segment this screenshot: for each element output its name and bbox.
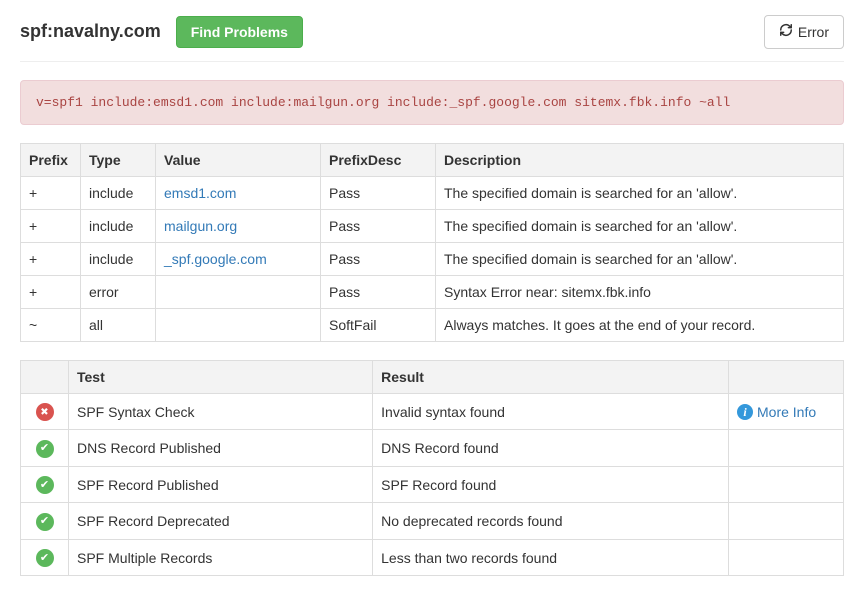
value-link[interactable]: mailgun.org — [164, 218, 237, 234]
col-test: Test — [69, 360, 373, 393]
table-row: SPF Syntax CheckInvalid syntax found iMor… — [21, 393, 844, 430]
cell-result: DNS Record found — [373, 430, 729, 467]
cell-status — [21, 466, 69, 503]
cell-action — [729, 539, 844, 576]
cell-status — [21, 430, 69, 467]
cell-result: SPF Record found — [373, 466, 729, 503]
cell-type: error — [81, 275, 156, 308]
col-result: Result — [373, 360, 729, 393]
cell-status — [21, 539, 69, 576]
table-row: +error PassSyntax Error near: sitemx.fbk.… — [21, 275, 844, 308]
cell-result: No deprecated records found — [373, 503, 729, 540]
table-row: +include mailgun.org PassThe specified dom… — [21, 209, 844, 242]
cell-prefix: + — [21, 209, 81, 242]
cell-prefix: + — [21, 242, 81, 275]
cell-type: include — [81, 209, 156, 242]
value-link[interactable]: emsd1.com — [164, 185, 236, 201]
cell-prefixdesc: Pass — [321, 176, 436, 209]
cell-action — [729, 430, 844, 467]
success-icon — [36, 440, 54, 458]
cell-value — [156, 308, 321, 341]
cell-type: all — [81, 308, 156, 341]
cell-prefix: + — [21, 176, 81, 209]
col-status — [21, 360, 69, 393]
cell-prefixdesc: Pass — [321, 242, 436, 275]
cell-action — [729, 503, 844, 540]
table-row: +include emsd1.com PassThe specified domai… — [21, 176, 844, 209]
cell-test: SPF Multiple Records — [69, 539, 373, 576]
col-value: Value — [156, 143, 321, 176]
cell-test: SPF Syntax Check — [69, 393, 373, 430]
table-row: SPF Record PublishedSPF Record found — [21, 466, 844, 503]
find-problems-button[interactable]: Find Problems — [176, 16, 303, 49]
cell-value: _spf.google.com — [156, 242, 321, 275]
error-icon — [36, 403, 54, 421]
col-type: Type — [81, 143, 156, 176]
table-row: ~all SoftFailAlways matches. It goes at t… — [21, 308, 844, 341]
cell-status — [21, 503, 69, 540]
cell-value: emsd1.com — [156, 176, 321, 209]
success-icon — [36, 549, 54, 567]
cell-test: SPF Record Deprecated — [69, 503, 373, 540]
col-prefixdesc: PrefixDesc — [321, 143, 436, 176]
cell-prefixdesc: SoftFail — [321, 308, 436, 341]
table-row: SPF Multiple RecordsLess than two record… — [21, 539, 844, 576]
spf-record-display: v=spf1 include:emsd1.com include:mailgun… — [20, 80, 844, 125]
cell-prefix: ~ — [21, 308, 81, 341]
table-row: DNS Record PublishedDNS Record found — [21, 430, 844, 467]
error-button[interactable]: Error — [764, 15, 844, 49]
cell-type: include — [81, 176, 156, 209]
cell-prefixdesc: Pass — [321, 209, 436, 242]
cell-description: The specified domain is searched for an … — [436, 242, 844, 275]
page-header: spf:navalny.com Find Problems Error — [20, 15, 844, 62]
cell-test: DNS Record Published — [69, 430, 373, 467]
cell-value — [156, 275, 321, 308]
col-action — [729, 360, 844, 393]
success-icon — [36, 476, 54, 494]
cell-prefixdesc: Pass — [321, 275, 436, 308]
cell-result: Less than two records found — [373, 539, 729, 576]
cell-status — [21, 393, 69, 430]
cell-description: Syntax Error near: sitemx.fbk.info — [436, 275, 844, 308]
table-row: SPF Record DeprecatedNo deprecated recor… — [21, 503, 844, 540]
test-results-table: Test Result SPF Syntax CheckInvalid synt… — [20, 360, 844, 577]
spf-parse-table: Prefix Type Value PrefixDesc Description… — [20, 143, 844, 342]
more-info-label: More Info — [757, 404, 816, 420]
cell-type: include — [81, 242, 156, 275]
value-link[interactable]: _spf.google.com — [164, 251, 267, 267]
cell-result: Invalid syntax found — [373, 393, 729, 430]
cell-test: SPF Record Published — [69, 466, 373, 503]
more-info-link[interactable]: iMore Info — [737, 404, 816, 420]
cell-description: Always matches. It goes at the end of yo… — [436, 308, 844, 341]
success-icon — [36, 513, 54, 531]
page-title: spf:navalny.com — [20, 21, 161, 42]
col-prefix: Prefix — [21, 143, 81, 176]
refresh-icon — [779, 23, 793, 41]
cell-action — [729, 466, 844, 503]
cell-description: The specified domain is searched for an … — [436, 209, 844, 242]
col-description: Description — [436, 143, 844, 176]
cell-action: iMore Info — [729, 393, 844, 430]
table-row: +include _spf.google.com PassThe specified… — [21, 242, 844, 275]
info-icon: i — [737, 404, 753, 420]
cell-prefix: + — [21, 275, 81, 308]
cell-value: mailgun.org — [156, 209, 321, 242]
error-button-label: Error — [798, 24, 829, 41]
cell-description: The specified domain is searched for an … — [436, 176, 844, 209]
